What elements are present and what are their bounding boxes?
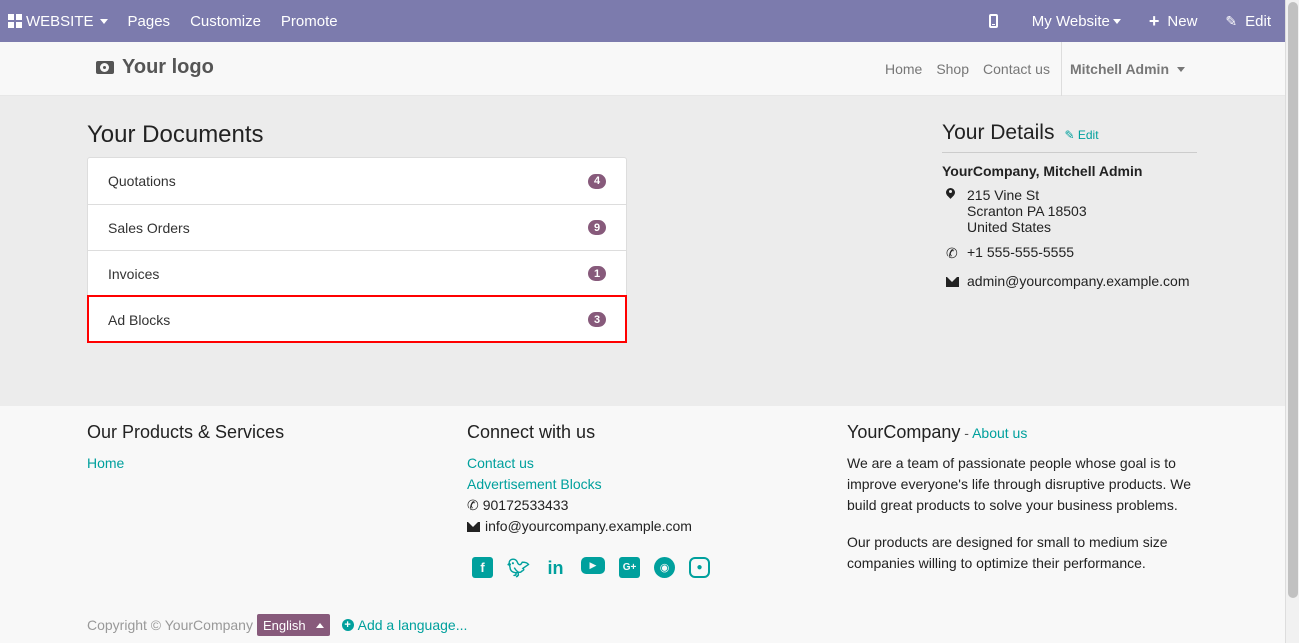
- phone-icon: ✆: [467, 497, 479, 513]
- caret-down-icon: [1112, 18, 1121, 24]
- about-us-link[interactable]: About us: [972, 425, 1027, 441]
- documents-list: Quotations 4 Sales Orders 9 Invoices 1 A…: [87, 157, 627, 343]
- footer-home-link[interactable]: Home: [87, 453, 284, 474]
- nav-home[interactable]: Home: [878, 61, 929, 77]
- user-menu[interactable]: Mitchell Admin: [1060, 42, 1193, 96]
- map-marker-icon: [946, 188, 955, 200]
- language-label: English: [262, 617, 306, 633]
- plus-icon: +: [1148, 11, 1160, 31]
- mobile-preview-button[interactable]: [979, 0, 1008, 42]
- portal-main: Your Documents Quotations 4 Sales Orders…: [0, 96, 1285, 406]
- products-title: Our Products & Services: [87, 422, 285, 442]
- doc-item-label: Sales Orders: [108, 219, 190, 236]
- details-edit-label: Edit: [1077, 128, 1099, 142]
- copyright-text: Copyright © YourCompany: [87, 617, 253, 633]
- caret-down-icon: [1177, 66, 1185, 72]
- scrollbar-thumb[interactable]: [1288, 2, 1298, 598]
- mobile-icon: [988, 14, 998, 28]
- doc-item-label: Invoices: [108, 265, 160, 282]
- admin-navbar: WEBSITE Pages Customize Promote My Websi…: [0, 0, 1285, 42]
- edit-button[interactable]: ✎ Edit: [1215, 0, 1285, 42]
- website-menu[interactable]: WEBSITE: [0, 0, 118, 42]
- company-name: YourCompany, Mitchell Admin: [942, 163, 1143, 179]
- add-language-label: Add a language...: [357, 617, 468, 633]
- plus-circle-icon: +: [341, 619, 354, 631]
- about-separator: -: [960, 425, 973, 441]
- doc-item-ad-blocks[interactable]: Ad Blocks 3: [87, 295, 627, 343]
- address-line3: United States: [967, 219, 1052, 235]
- camera-icon: [96, 61, 114, 74]
- nav-contact-us[interactable]: Contact us: [976, 61, 1057, 77]
- footer-contact-link[interactable]: Contact us: [467, 453, 710, 474]
- user-name: Mitchell Admin: [1069, 61, 1169, 77]
- envelope-icon: [946, 277, 959, 287]
- doc-item-label: Ad Blocks: [108, 311, 171, 328]
- your-details-panel: Your Details ✎ Edit YourCompany, Mitchel…: [942, 121, 1197, 289]
- count-badge: 3: [588, 312, 606, 327]
- page-scrollbar[interactable]: [1285, 0, 1299, 643]
- customize-menu[interactable]: Customize: [180, 0, 271, 42]
- footer-email: info@yourcompany.example.com: [485, 518, 692, 534]
- logo-text: Your logo: [122, 56, 214, 78]
- doc-item-sales-orders[interactable]: Sales Orders 9: [88, 204, 626, 250]
- details-edit-link[interactable]: ✎ Edit: [1064, 128, 1098, 142]
- footer-products: Our Products & Services Home: [87, 422, 284, 474]
- about-paragraph-2: Our products are designed for small to m…: [847, 534, 1168, 571]
- youtube-icon[interactable]: ▶: [581, 557, 605, 574]
- facebook-icon[interactable]: f: [472, 557, 493, 578]
- footer-about: YourCompany - About us We are a team of …: [847, 422, 1197, 574]
- about-paragraph-1: We are a team of passionate people whose…: [847, 455, 1192, 513]
- count-badge: 4: [588, 173, 606, 189]
- site-header: Your logo Home Shop Contact us Mitchell …: [0, 42, 1285, 96]
- footer-connect: Connect with us Contact us Advertisement…: [467, 422, 710, 580]
- github-icon[interactable]: ◉: [654, 557, 675, 578]
- email-address: admin@yourcompany.example.com: [967, 273, 1190, 289]
- language-selector[interactable]: English: [256, 614, 330, 636]
- edit-label: Edit: [1245, 12, 1271, 30]
- envelope-icon: [467, 521, 480, 532]
- address-line2: Scranton PA 18503: [967, 203, 1087, 219]
- connect-title: Connect with us: [467, 422, 596, 442]
- footer-ad-blocks-link[interactable]: Advertisement Blocks: [467, 474, 710, 495]
- promote-menu[interactable]: Promote: [271, 0, 348, 42]
- caret-down-icon: [99, 18, 108, 24]
- pages-menu[interactable]: Pages: [118, 0, 181, 42]
- doc-item-invoices[interactable]: Invoices 1: [88, 250, 626, 296]
- site-logo[interactable]: Your logo: [96, 56, 214, 79]
- doc-item-label: Quotations: [108, 173, 176, 189]
- phone-icon: ✆: [946, 245, 958, 261]
- phone-number: +1 555-555-5555: [967, 244, 1075, 260]
- website-menu-label: WEBSITE: [26, 12, 94, 30]
- my-website-menu[interactable]: My Website: [1022, 0, 1131, 42]
- documents-title: Your Documents: [87, 121, 264, 148]
- new-label: New: [1167, 12, 1198, 30]
- count-badge: 9: [588, 220, 606, 235]
- pencil-icon: ✎: [1225, 12, 1238, 29]
- address-line1: 215 Vine St: [967, 187, 1040, 203]
- twitter-icon[interactable]: 🐦︎: [507, 557, 530, 580]
- my-website-label: My Website: [1031, 12, 1110, 30]
- count-badge: 1: [588, 266, 606, 281]
- site-footer: Our Products & Services Home Connect wit…: [0, 406, 1285, 643]
- google-plus-icon[interactable]: G+: [619, 557, 640, 578]
- copyright-bar: Copyright © YourCompany English + Add a …: [87, 614, 467, 636]
- linkedin-icon[interactable]: in: [544, 557, 567, 580]
- add-language-link[interactable]: + Add a language...: [341, 617, 468, 633]
- caret-up-icon: [315, 622, 324, 628]
- main-nav: Home Shop Contact us Mitchell Admin: [878, 42, 1193, 96]
- doc-item-quotations[interactable]: Quotations 4: [88, 158, 626, 204]
- social-links: f 🐦︎ in ▶ G+ ◉ ●: [467, 557, 710, 580]
- new-button[interactable]: + New: [1139, 0, 1208, 42]
- footer-phone: 90172533433: [482, 497, 569, 513]
- about-company: YourCompany: [847, 422, 961, 442]
- instagram-icon[interactable]: ●: [689, 557, 710, 578]
- details-title: Your Details: [942, 121, 1055, 144]
- apps-grid-icon: [8, 14, 22, 28]
- nav-shop[interactable]: Shop: [929, 61, 976, 77]
